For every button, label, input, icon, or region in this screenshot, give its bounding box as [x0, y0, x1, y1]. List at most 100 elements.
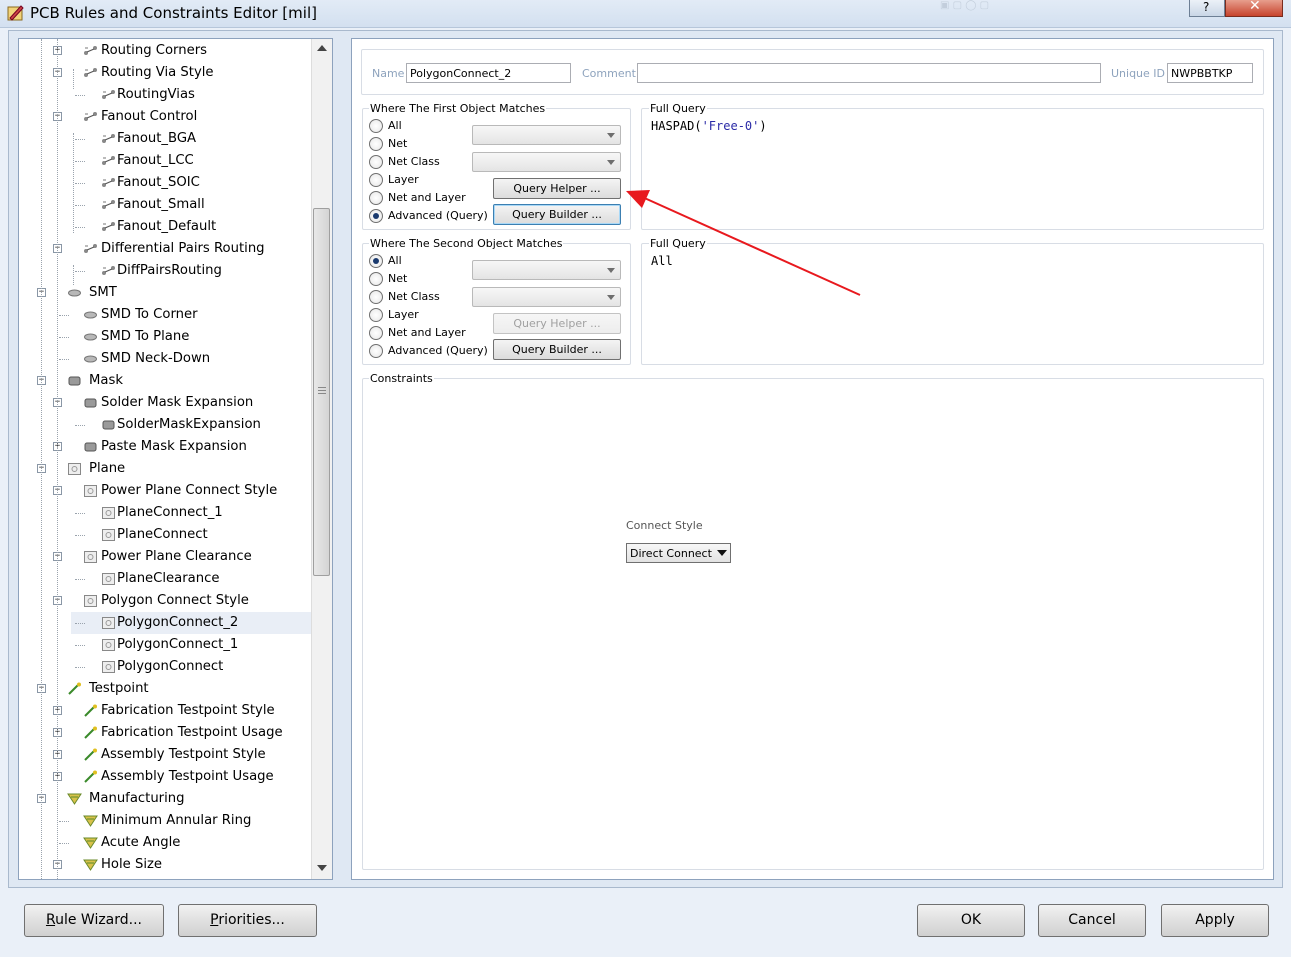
tree-item[interactable]: − Power Plane Clearance	[19, 546, 311, 568]
first-radio-all[interactable]	[369, 119, 383, 133]
tree-guide-line	[73, 133, 74, 233]
first-query-builder-button[interactable]: Query Builder ...	[493, 204, 621, 225]
second-net-combo[interactable]	[472, 260, 621, 280]
second-radio-label[interactable]: Net and Layer	[388, 326, 466, 339]
second-radio-net-class[interactable]	[369, 290, 383, 304]
tree-item-label: PlaneConnect	[117, 527, 208, 542]
tree-item[interactable]: PolygonConnect	[71, 656, 311, 678]
unique-id-label: Unique ID	[1111, 67, 1166, 80]
tree-item[interactable]: Fanout_SOIC	[71, 172, 311, 194]
window-title: PCB Rules and Constraints Editor [mil]	[30, 4, 317, 22]
apply-button[interactable]: Apply	[1161, 904, 1269, 937]
first-radio-label[interactable]: Net and Layer	[388, 191, 466, 204]
tree-item-label: Fanout_Default	[117, 219, 217, 234]
tree-item[interactable]: DiffPairsRouting	[71, 260, 311, 282]
tree-item[interactable]: − Routing Via Style	[19, 62, 311, 84]
tree-item[interactable]: + Fabrication Testpoint Style	[19, 700, 311, 722]
tree-item[interactable]: − Solder Mask Expansion	[19, 392, 311, 414]
ok-button[interactable]: OK	[917, 904, 1025, 937]
second-radio-label[interactable]: All	[388, 254, 402, 267]
tree-item[interactable]: − Hole Size	[19, 854, 311, 876]
tree-item-label: PlaneClearance	[117, 571, 220, 586]
tree-item[interactable]: RoutingVias	[71, 84, 311, 106]
tree-item[interactable]: + Routing Corners	[19, 40, 311, 62]
first-query-helper-button[interactable]: Query Helper ...	[493, 178, 621, 199]
tree-item[interactable]: SMD Neck-Down	[19, 348, 311, 370]
cancel-button[interactable]: Cancel	[1038, 904, 1146, 937]
first-radio-net-class[interactable]	[369, 155, 383, 169]
first-radio-label[interactable]: Layer	[388, 173, 419, 186]
tree-item[interactable]: + Assembly Testpoint Style	[19, 744, 311, 766]
tree-item[interactable]: − Mask	[19, 370, 311, 392]
second-query-helper-button[interactable]: Query Helper ...	[493, 313, 621, 334]
tree-item[interactable]: + Fabrication Testpoint Usage	[19, 722, 311, 744]
first-full-query-text[interactable]: HASPAD('Free-0')	[651, 119, 767, 133]
second-radio-label[interactable]: Advanced (Query)	[388, 344, 488, 357]
tree-item[interactable]: − Testpoint	[19, 678, 311, 700]
tree-item[interactable]: − Polygon Connect Style	[19, 590, 311, 612]
second-radio-label[interactable]: Layer	[388, 308, 419, 321]
first-radio-label[interactable]: Advanced (Query)	[388, 209, 488, 222]
second-radio-label[interactable]: Net	[388, 272, 407, 285]
tree-item[interactable]: + Assembly Testpoint Usage	[19, 766, 311, 788]
tree-item[interactable]: Fanout_Default	[71, 216, 311, 238]
second-radio-net[interactable]	[369, 272, 383, 286]
rule-wizard-button[interactable]: Rule Wizard...	[24, 904, 164, 937]
first-radio-label[interactable]: Net	[388, 137, 407, 150]
second-radio-net-and-layer[interactable]	[369, 326, 383, 340]
route-icon	[101, 198, 116, 212]
first-radio-net-and-layer[interactable]	[369, 191, 383, 205]
second-query-builder-button[interactable]: Query Builder ...	[493, 339, 621, 360]
tree-item[interactable]: − Differential Pairs Routing	[19, 238, 311, 260]
first-radio-layer[interactable]	[369, 173, 383, 187]
priorities-button[interactable]: Priorities...	[178, 904, 317, 937]
unique-id-input[interactable]: NWPBBTKP	[1167, 63, 1253, 83]
first-radio-advanced-query-[interactable]	[369, 209, 383, 223]
connect-style-select[interactable]: Direct Connect	[626, 543, 731, 563]
tree-item[interactable]: SolderMaskExpansion	[71, 414, 311, 436]
close-button[interactable]: ✕	[1225, 0, 1283, 17]
route-icon	[83, 44, 98, 58]
tree-item[interactable]: SMD To Corner	[19, 304, 311, 326]
tree-item-label: SMD To Corner	[101, 307, 198, 322]
first-netclass-combo[interactable]	[472, 152, 621, 172]
first-net-combo[interactable]	[472, 125, 621, 145]
scroll-down-arrow[interactable]	[317, 865, 327, 871]
first-radio-label[interactable]: Net Class	[388, 155, 440, 168]
scroll-up-arrow[interactable]	[317, 45, 327, 51]
tree-item[interactable]: + Paste Mask Expansion	[19, 436, 311, 458]
help-button[interactable]: ?	[1189, 0, 1225, 17]
tree-item[interactable]: SMD To Plane	[19, 326, 311, 348]
tree-item[interactable]: − Manufacturing	[19, 788, 311, 810]
first-full-query-label: Full Query	[649, 102, 707, 115]
first-radio-net[interactable]	[369, 137, 383, 151]
rule-comment-input[interactable]	[637, 63, 1101, 83]
first-radio-label[interactable]: All	[388, 119, 402, 132]
tree-item[interactable]: Fanout_BGA	[71, 128, 311, 150]
second-radio-label[interactable]: Net Class	[388, 290, 440, 303]
tree-item[interactable]: PlaneConnect	[71, 524, 311, 546]
tree-item[interactable]: PlaneClearance	[71, 568, 311, 590]
tree-scroll-thumb[interactable]	[313, 208, 330, 576]
rule-name-input[interactable]: PolygonConnect_2	[406, 63, 571, 83]
second-netclass-combo[interactable]	[472, 287, 621, 307]
tree-item-label: Hole Size	[101, 857, 163, 872]
tree-item[interactable]: Fanout_LCC	[71, 150, 311, 172]
tree-item[interactable]: − Plane	[19, 458, 311, 480]
tree-item[interactable]: PolygonConnect_1	[71, 634, 311, 656]
constraints-title: Constraints	[369, 372, 434, 385]
tree-item[interactable]: − SMT	[19, 282, 311, 304]
tree-item-label: Routing Corners	[101, 43, 207, 58]
tree-item[interactable]: Acute Angle	[19, 832, 311, 854]
tree-item[interactable]: − Power Plane Connect Style	[19, 480, 311, 502]
rules-tree[interactable]: + Routing Corners − Routing Via Style Routin…	[18, 38, 333, 880]
tree-item[interactable]: PlaneConnect_1	[71, 502, 311, 524]
second-radio-all[interactable]	[369, 254, 383, 268]
tree-item[interactable]: Fanout_Small	[71, 194, 311, 216]
second-radio-advanced-query-[interactable]	[369, 344, 383, 358]
manufacturing-icon	[67, 792, 82, 806]
tree-item[interactable]: PolygonConnect_2	[71, 612, 311, 634]
tree-item[interactable]: Minimum Annular Ring	[19, 810, 311, 832]
tree-item[interactable]: − Fanout Control	[19, 106, 311, 128]
second-radio-layer[interactable]	[369, 308, 383, 322]
